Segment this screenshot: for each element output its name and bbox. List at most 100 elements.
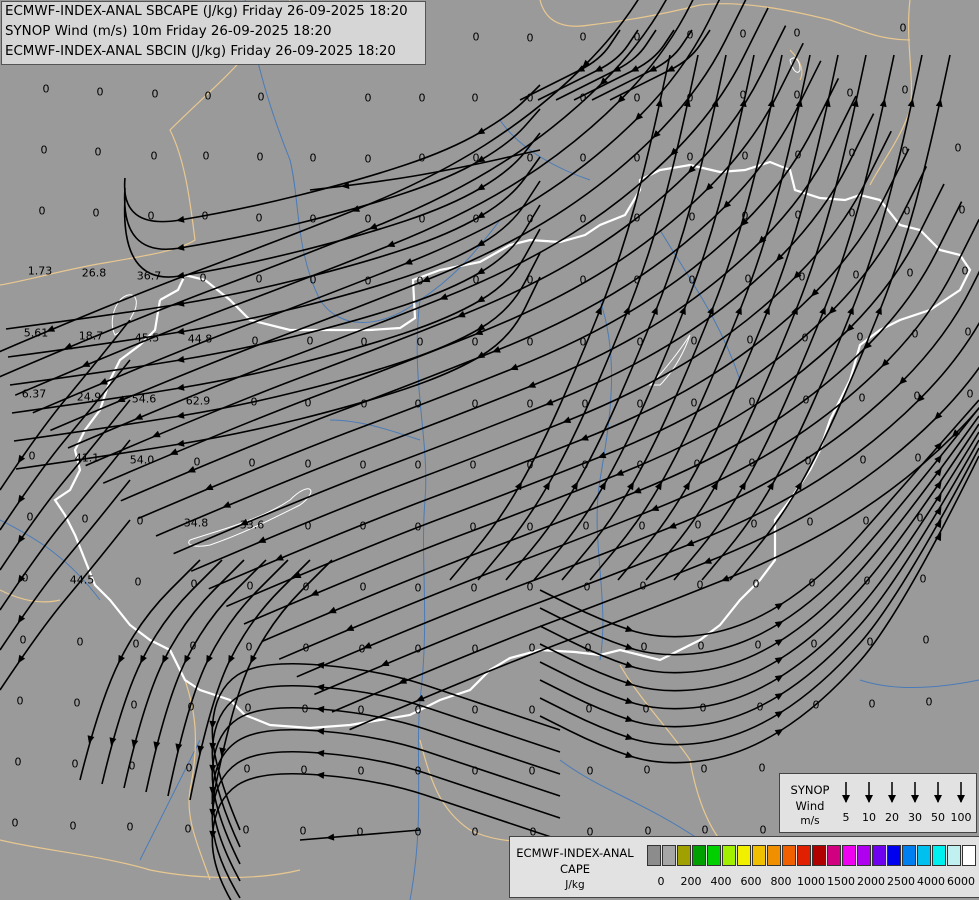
cape-tick-label: 800 (770, 875, 792, 888)
cape-value: 0 (906, 266, 914, 280)
cape-color-swatch (962, 845, 976, 866)
cape-value: 0 (806, 515, 814, 529)
cape-value: 0 (686, 28, 694, 42)
cape-value: 0 (414, 764, 422, 778)
cape-value: 0 (193, 455, 201, 469)
cape-color-swatch (797, 845, 811, 866)
cape-color-swatch (902, 845, 916, 866)
streamline (9, 204, 541, 386)
cape-value: 0 (416, 335, 424, 349)
cape-value: 0 (301, 702, 309, 716)
cape-value: 0 (472, 30, 480, 44)
streamline (296, 270, 979, 678)
cape-value: 0 (754, 638, 762, 652)
cape-tick-label: 2000 (857, 875, 885, 888)
cape-color-swatch (812, 845, 826, 866)
streamline-arrow (774, 620, 784, 629)
header-line-cape: ECMWF-INDEX-ANAL SBCAPE (J/kg) Friday 26… (5, 4, 408, 19)
cape-value: 0 (794, 148, 802, 162)
cape-value: 0 (471, 764, 479, 778)
streamline-arrow (386, 240, 396, 247)
wind-speed-label: 20 (885, 811, 899, 824)
cape-value: 24.9 (76, 390, 102, 404)
cape-value: 0 (309, 151, 317, 165)
cape-value: 0 (759, 823, 767, 837)
cape-color-swatch (827, 845, 841, 866)
cape-value: 0 (901, 83, 909, 97)
cape-value: 0 (633, 151, 641, 165)
streamline-arrow (580, 434, 589, 441)
cape-color-swatch (917, 845, 931, 866)
cape-value: 0 (132, 637, 140, 651)
cape-value: 0 (304, 457, 312, 471)
streamline-arrow (720, 574, 730, 582)
cape-value: 0 (810, 637, 818, 651)
streamline (123, 108, 541, 250)
cape-value: 0 (26, 510, 34, 524)
cape-value: 0 (526, 335, 534, 349)
cape-value: 0 (306, 334, 314, 348)
cape-legend-title1: ECMWF-INDEX-ANAL (516, 846, 634, 860)
wind-speed-label: 100 (950, 811, 972, 824)
header-line-wind: SYNOP Wind (m/s) 10m Friday 26-09-2025 1… (5, 24, 332, 39)
cape-value: 0 (758, 761, 766, 775)
cape-value: 0 (201, 209, 209, 223)
cape-value: 0 (579, 273, 587, 287)
river-line (559, 759, 701, 841)
cape-value: 0 (150, 149, 158, 163)
cape-value: 0 (961, 264, 969, 278)
cape-value: 0 (471, 825, 479, 839)
cape-value: 0 (696, 578, 704, 592)
cape-color-swatch (767, 845, 781, 866)
cape-value: 0 (359, 458, 367, 472)
streamline-arrow (625, 697, 634, 705)
cape-value: 0 (472, 273, 480, 287)
cape-value: 0 (528, 703, 536, 717)
cape-value: 0 (418, 91, 426, 105)
cape-value: 0 (579, 335, 587, 349)
streamline-arrow (615, 469, 625, 476)
cape-value: 54.0 (129, 453, 155, 467)
cape-value: 0 (808, 576, 816, 590)
cape-value: 0 (636, 458, 644, 472)
cape-value: 0 (638, 519, 646, 533)
streamline-arrow (935, 98, 943, 108)
streamline (0, 479, 131, 651)
cape-value: 0 (526, 151, 534, 165)
border-line (539, 0, 911, 41)
cape-value: 0 (693, 457, 701, 471)
streamline-arrow (735, 306, 742, 316)
cape-value: 0 (360, 397, 368, 411)
cape-value: 0 (414, 458, 422, 472)
cape-value: 0 (470, 581, 478, 595)
cape-value: 0 (688, 210, 696, 224)
cape-value: 0 (471, 703, 479, 717)
cape-color-swatch (662, 845, 676, 866)
cape-value: 0 (364, 274, 372, 288)
cape-value: 0 (922, 633, 930, 647)
cape-value: 26.8 (81, 266, 107, 280)
cape-value: 0 (748, 395, 756, 409)
cape-value: 0 (364, 91, 372, 105)
streamline-arrow (774, 602, 784, 611)
cape-value: 0 (584, 641, 592, 655)
streamline-arrow (650, 504, 660, 511)
cape-value: 0 (804, 454, 812, 468)
streamline-arrow (176, 411, 185, 419)
cape-value: 0 (585, 702, 593, 716)
streamline-arrow (767, 98, 775, 108)
wind-speed-label: 30 (908, 811, 922, 824)
cape-tick-label: 200 (680, 875, 702, 888)
wind-speed-label: 5 (842, 811, 850, 824)
cape-value: 0 (204, 89, 212, 103)
lake-outline (111, 294, 137, 336)
streamline-arrow (562, 416, 572, 423)
cape-value: 0 (903, 204, 911, 218)
wind-arrowhead-icon (934, 795, 942, 803)
cape-color-swatch (737, 845, 751, 866)
cape-value: 0 (202, 149, 210, 163)
cape-value: 0 (526, 273, 534, 287)
cape-value: 0 (848, 146, 856, 160)
streamline-arrow (509, 363, 519, 371)
streamline-arrow (209, 830, 217, 839)
